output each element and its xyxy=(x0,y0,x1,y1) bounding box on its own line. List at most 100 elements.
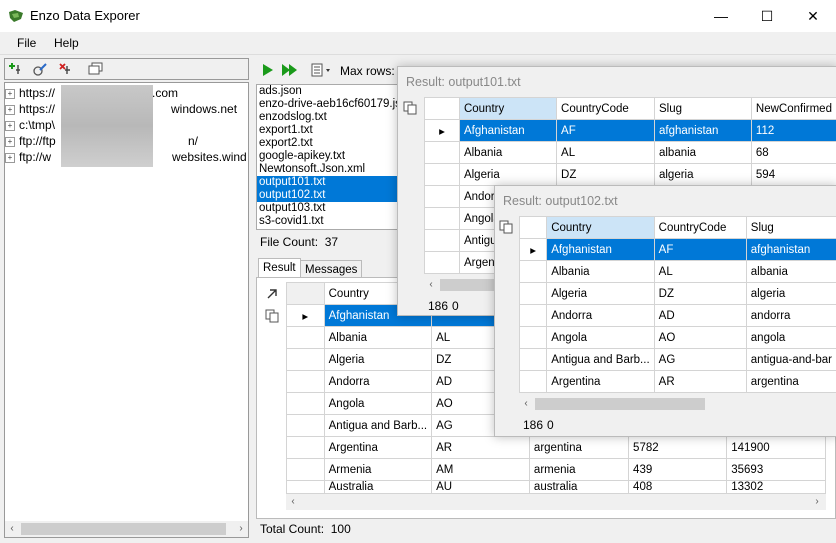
format-options-icon[interactable] xyxy=(311,63,333,77)
copy-icon[interactable] xyxy=(265,309,279,323)
column-header[interactable]: NewConfirmed xyxy=(750,97,836,120)
copy-icon[interactable] xyxy=(499,220,513,234)
tab-result[interactable]: Result xyxy=(258,258,301,277)
column-header[interactable]: Country xyxy=(546,216,655,239)
scroll-right-icon[interactable]: › xyxy=(234,521,248,537)
table-cell[interactable]: 439 xyxy=(628,458,728,481)
table-row[interactable]: Andorra AD andorra xyxy=(518,304,836,327)
row-header[interactable] xyxy=(286,370,325,393)
table-cell[interactable]: AG xyxy=(653,348,747,371)
view-connection-icon[interactable] xyxy=(88,62,104,76)
maximize-button[interactable]: ☐ xyxy=(744,0,790,32)
table-cell[interactable]: armenia xyxy=(528,458,630,481)
tree-item-connection-3[interactable]: + c:\tmp\ xyxy=(5,117,55,133)
table-cell[interactable]: AL xyxy=(653,260,747,283)
table-cell[interactable]: afghanistan xyxy=(745,238,836,261)
table-cell[interactable]: Albania xyxy=(458,141,558,164)
table-cell[interactable]: AO xyxy=(653,326,747,349)
run-all-icon[interactable] xyxy=(282,64,298,76)
table-cell[interactable]: argentina xyxy=(745,370,836,393)
table-cell[interactable]: Angola xyxy=(323,392,433,415)
table-cell[interactable]: Afghanistan xyxy=(458,119,558,142)
popout-icon[interactable] xyxy=(265,287,279,301)
edit-connection-icon[interactable] xyxy=(32,62,48,76)
copy-icon[interactable] xyxy=(403,101,417,115)
row-header[interactable] xyxy=(424,185,460,208)
table-cell[interactable]: 68 xyxy=(750,141,836,164)
scroll-left-icon[interactable]: ‹ xyxy=(424,277,438,293)
row-header[interactable] xyxy=(286,458,325,481)
scroll-thumb[interactable] xyxy=(535,398,705,410)
table-row[interactable]: Algeria DZ algeria 594 xyxy=(424,163,836,186)
row-header[interactable] xyxy=(286,436,325,459)
row-header[interactable] xyxy=(424,229,460,252)
table-cell[interactable]: Australia xyxy=(323,480,433,494)
scroll-thumb[interactable] xyxy=(21,523,226,535)
file-item-selected[interactable]: output101.txt xyxy=(257,176,400,189)
table-cell[interactable]: Afghanistan xyxy=(546,238,655,261)
table-cell[interactable]: algeria xyxy=(745,282,836,305)
table-cell[interactable]: 594 xyxy=(750,163,836,186)
table-cell[interactable]: AD xyxy=(653,304,747,327)
row-header[interactable] xyxy=(286,348,325,371)
table-cell[interactable]: DZ xyxy=(653,282,747,305)
table-cell[interactable]: Argentina xyxy=(323,436,433,459)
table-cell[interactable]: Antigua and Barb... xyxy=(323,414,433,437)
row-header[interactable] xyxy=(518,282,548,305)
table-cell[interactable]: afghanistan xyxy=(653,119,752,142)
table-cell[interactable]: andorra xyxy=(745,304,836,327)
column-header[interactable]: Slug xyxy=(653,97,752,120)
tree-item-connection-4[interactable]: + ftp://ftp xyxy=(5,133,56,149)
table-cell[interactable]: argentina xyxy=(528,436,630,459)
column-header[interactable]: CountryCode xyxy=(653,216,747,239)
table-row[interactable]: Australia AU australia 408 13302 xyxy=(286,480,826,494)
file-item-selected[interactable]: output102.txt xyxy=(257,189,400,202)
file-item[interactable]: enzodslog.txt xyxy=(257,111,400,124)
table-cell[interactable]: Argentina xyxy=(546,370,655,393)
file-item[interactable]: Newtonsoft.Json.xml xyxy=(257,163,400,176)
result-window-output102[interactable]: Result: output102.txt Country CountryCod… xyxy=(494,185,836,437)
add-connection-icon[interactable] xyxy=(8,62,24,76)
table-cell[interactable]: 13302 xyxy=(726,480,826,494)
table-cell[interactable]: Albania xyxy=(323,326,433,349)
table-cell[interactable]: Albania xyxy=(546,260,655,283)
table-row[interactable]: Algeria DZ algeria xyxy=(518,282,836,305)
tree-item-connection-1[interactable]: + https:// xyxy=(5,85,55,101)
row-header[interactable] xyxy=(424,141,460,164)
table-cell[interactable]: 5782 xyxy=(628,436,728,459)
table-cell[interactable]: Antigua and Barb... xyxy=(546,348,655,371)
table-cell[interactable]: AU xyxy=(431,480,530,494)
scroll-left-icon[interactable]: ‹ xyxy=(286,494,300,510)
row-header[interactable] xyxy=(286,392,325,415)
table-cell[interactable]: DZ xyxy=(556,163,655,186)
remove-connection-icon[interactable] xyxy=(58,62,74,76)
table-row[interactable]: Albania AL albania xyxy=(518,260,836,283)
table-cell[interactable]: AR xyxy=(431,436,530,459)
tree-item-connection-5[interactable]: + ftp://w xyxy=(5,149,51,165)
table-cell[interactable]: Andorra xyxy=(546,304,655,327)
row-header[interactable] xyxy=(286,480,325,494)
table-cell[interactable]: Andorra xyxy=(323,370,433,393)
table-cell[interactable]: AR xyxy=(653,370,747,393)
expand-icon[interactable]: + xyxy=(5,104,15,115)
table-cell[interactable]: albania xyxy=(653,141,752,164)
table-cell[interactable]: Armenia xyxy=(323,458,433,481)
table-cell[interactable]: Algeria xyxy=(323,348,433,371)
scroll-left-icon[interactable]: ‹ xyxy=(5,521,19,537)
scroll-right-icon[interactable]: › xyxy=(810,494,824,510)
table-cell[interactable]: Algeria xyxy=(458,163,558,186)
table-cell[interactable]: angola xyxy=(745,326,836,349)
table-cell[interactable]: AF xyxy=(556,119,655,142)
table-row[interactable]: Albania AL albania 68 xyxy=(424,141,836,164)
table-cell[interactable]: algeria xyxy=(653,163,752,186)
file-item[interactable]: s3-covid1.txt xyxy=(257,215,400,228)
table-row[interactable]: Armenia AM armenia 439 35693 xyxy=(286,458,826,481)
table-row[interactable]: Argentina AR argentina 5782 141900 xyxy=(286,436,826,459)
file-item[interactable]: ads.json xyxy=(257,85,400,98)
table-cell[interactable]: AF xyxy=(653,238,747,261)
table-row[interactable]: Argentina AR argentina xyxy=(518,370,836,393)
menu-help[interactable]: Help xyxy=(54,36,79,50)
row-header[interactable] xyxy=(424,251,460,274)
run-icon[interactable] xyxy=(262,64,274,76)
row-header[interactable] xyxy=(518,304,548,327)
